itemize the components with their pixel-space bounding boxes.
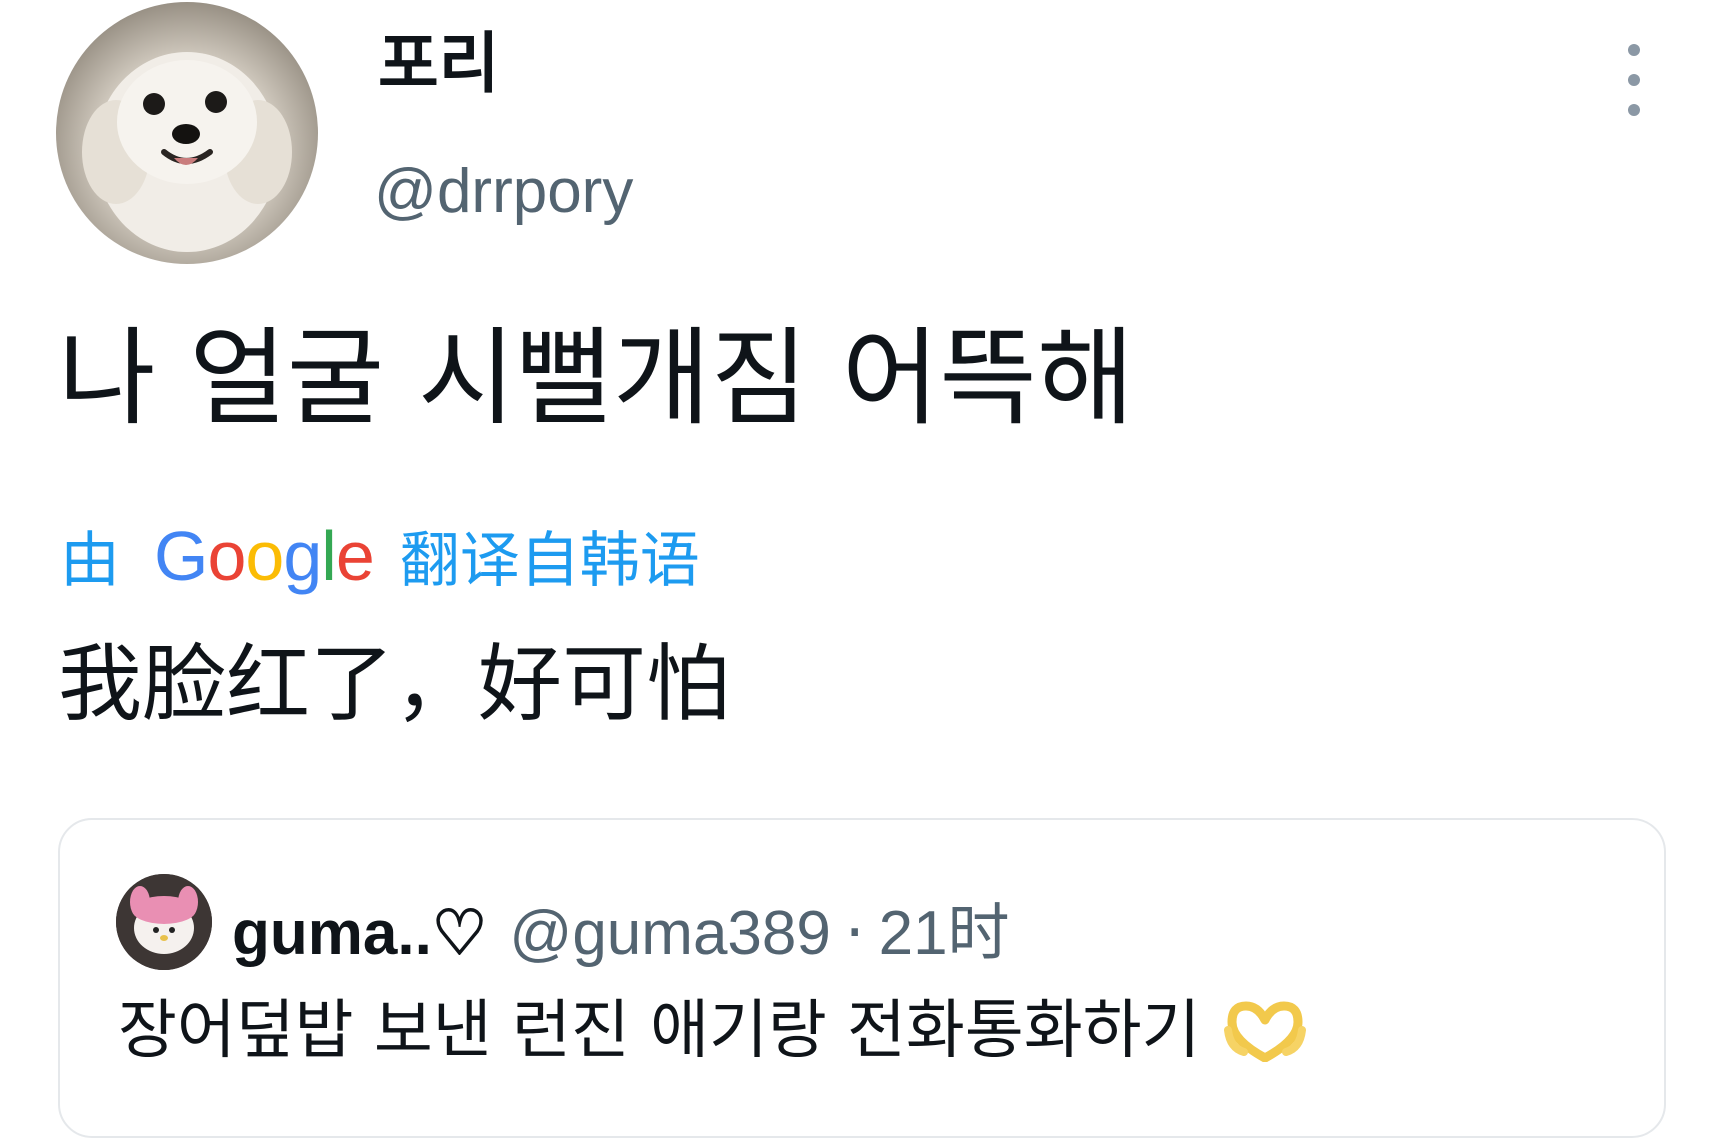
more-options-button[interactable] bbox=[1612, 44, 1656, 116]
quoted-author-avatar[interactable] bbox=[116, 874, 212, 970]
quoted-author-display-name[interactable]: guma..♡ bbox=[232, 896, 487, 969]
heart-hands-icon bbox=[1224, 1000, 1307, 1063]
dog-avatar-icon bbox=[82, 52, 292, 252]
quoted-tweet-card[interactable]: guma..♡ @guma389 · 21时 장어덮밥 보낸 런진 애기랑 전화… bbox=[58, 818, 1666, 1138]
google-logo: Google bbox=[154, 516, 375, 596]
quoted-author-handle[interactable]: @guma389 bbox=[509, 898, 830, 969]
google-logo-letter: o bbox=[245, 516, 284, 595]
translated-text: 我脸红了，好可怕 bbox=[58, 635, 731, 733]
author-handle[interactable]: @drrpory bbox=[374, 157, 633, 226]
author-display-name[interactable]: 포리 bbox=[378, 27, 499, 101]
quoted-tweet-text-row: 장어덮밥 보낸 런진 애기랑 전화통화하기 bbox=[118, 994, 1307, 1068]
google-logo-letter: G bbox=[154, 516, 208, 595]
translated-by-suffix: 翻译自韩语 bbox=[399, 526, 700, 596]
google-logo-letter: o bbox=[207, 516, 246, 595]
google-logo-letter: l bbox=[321, 516, 337, 595]
character-avatar-icon bbox=[116, 874, 212, 970]
more-vertical-icon-dot bbox=[1628, 74, 1640, 86]
google-logo-letter: e bbox=[335, 516, 375, 595]
google-logo-letter: g bbox=[283, 516, 322, 595]
more-vertical-icon bbox=[1628, 44, 1640, 56]
tweet-text: 나 얼굴 시뻘개짐 어뜩해 bbox=[58, 317, 1135, 440]
quoted-tweet-text: 장어덮밥 보낸 런진 애기랑 전화통화하기 bbox=[118, 994, 1201, 1068]
translated-by-google-link[interactable]: 由 Google 翻译自韩语 bbox=[60, 512, 700, 599]
quoted-tweet-timestamp[interactable]: 21时 bbox=[879, 882, 1010, 972]
quoted-header-separator: · bbox=[844, 896, 865, 969]
translated-by-prefix: 由 bbox=[60, 526, 120, 596]
author-avatar[interactable] bbox=[56, 2, 318, 264]
quoted-tweet-header: guma..♡ @guma389 · 21时 bbox=[232, 882, 1010, 972]
more-vertical-icon-dot bbox=[1628, 104, 1640, 116]
